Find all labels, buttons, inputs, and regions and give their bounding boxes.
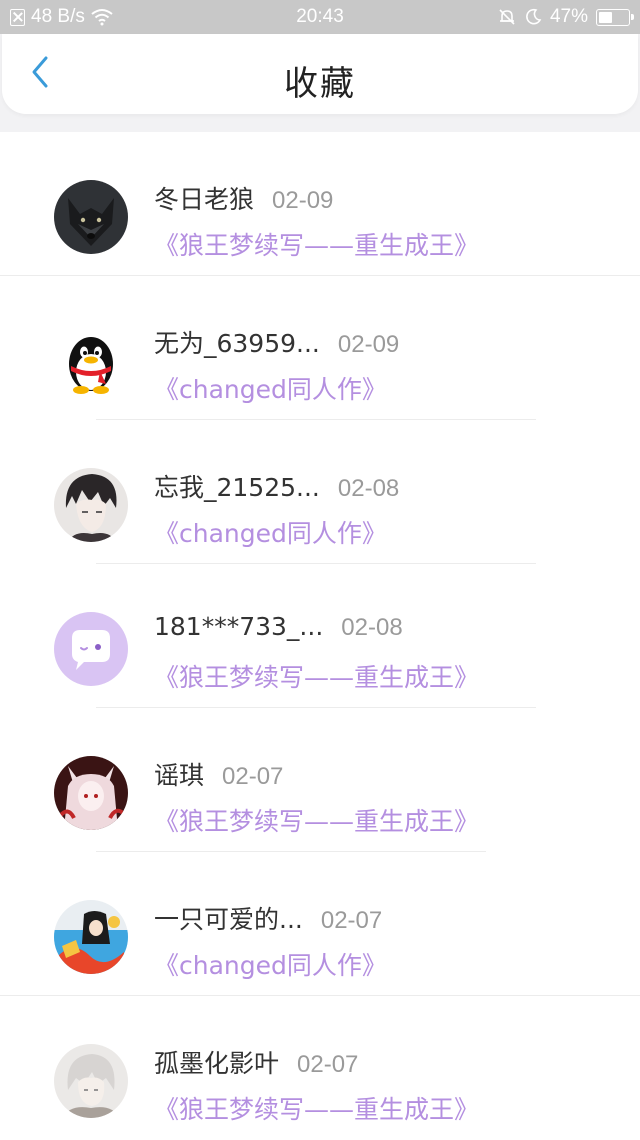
anime-boy-avatar[interactable] <box>54 468 128 542</box>
header-area: 收藏 <box>0 34 640 132</box>
fox-girl-avatar[interactable] <box>54 756 128 830</box>
white-hair-avatar[interactable] <box>54 1044 128 1118</box>
default-chat-avatar[interactable] <box>54 612 128 686</box>
list-item[interactable]: 一只可爱的... 02-07 《changed同人作》 <box>0 852 640 996</box>
list-item[interactable]: 无为_63959... 02-09 《changed同人作》 <box>0 276 640 420</box>
user-name: 冬日老狼 <box>154 185 255 214</box>
qq-penguin-avatar[interactable] <box>54 324 128 398</box>
favorites-list: 冬日老狼 02-09 《狼王梦续写——重生成王》 无为_63959... 02-… <box>0 132 640 1140</box>
item-date: 02-09 <box>337 331 400 358</box>
page-title: 收藏 <box>284 64 356 104</box>
item-info: 谣琪 02-07 《狼王梦续写——重生成王》 <box>154 756 479 838</box>
book-title-link[interactable]: 《狼王梦续写——重生成王》 <box>154 1090 479 1126</box>
item-date: 02-07 <box>222 763 284 790</box>
list-item[interactable]: 孤墨化影叶 02-07 《狼王梦续写——重生成王》 <box>0 996 640 1140</box>
item-date: 02-09 <box>272 187 334 214</box>
item-date: 02-08 <box>341 614 403 641</box>
list-item[interactable]: 谣琪 02-07 《狼王梦续写——重生成王》 <box>0 708 640 852</box>
battery-percent: 47% <box>549 6 588 27</box>
user-name: 孤墨化影叶 <box>154 1049 280 1078</box>
book-title-link[interactable]: 《狼王梦续写——重生成王》 <box>154 802 479 838</box>
cartoon-avatar[interactable] <box>54 900 128 974</box>
list-item[interactable]: 冬日老狼 02-09 《狼王梦续写——重生成王》 <box>0 132 640 276</box>
user-name: 181***733_... <box>154 612 324 641</box>
item-info: 无为_63959... 02-09 《changed同人作》 <box>154 324 399 406</box>
user-name: 忘我_21525... <box>154 473 320 502</box>
moon-icon <box>526 8 542 25</box>
list-item[interactable]: 181***733_... 02-08 《狼王梦续写——重生成王》 <box>0 564 640 708</box>
user-name: 无为_63959... <box>154 329 320 358</box>
book-title-link[interactable]: 《changed同人作》 <box>154 370 399 406</box>
item-info: 孤墨化影叶 02-07 《狼王梦续写——重生成王》 <box>154 1044 479 1126</box>
item-info: 忘我_21525... 02-08 《changed同人作》 <box>154 468 399 550</box>
item-date: 02-08 <box>337 475 400 502</box>
item-date: 02-07 <box>297 1051 359 1078</box>
book-title-link[interactable]: 《狼王梦续写——重生成王》 <box>154 658 479 694</box>
item-date: 02-07 <box>320 907 383 934</box>
mute-bell-icon <box>499 9 515 25</box>
battery-fill <box>599 11 612 23</box>
user-name: 谣琪 <box>154 761 205 790</box>
item-info: 181***733_... 02-08 《狼王梦续写——重生成王》 <box>154 612 479 694</box>
user-name: 一只可爱的... <box>154 905 303 934</box>
wolf-avatar[interactable] <box>54 180 128 254</box>
status-right: 47% <box>498 6 634 28</box>
item-info: 一只可爱的... 02-07 《changed同人作》 <box>154 900 387 982</box>
battery-icon <box>596 8 634 26</box>
book-title-link[interactable]: 《狼王梦续写——重生成王》 <box>154 226 479 262</box>
navigation-bar: 收藏 <box>2 34 638 114</box>
book-title-link[interactable]: 《changed同人作》 <box>154 946 387 982</box>
list-item[interactable]: 忘我_21525... 02-08 《changed同人作》 <box>0 420 640 564</box>
book-title-link[interactable]: 《changed同人作》 <box>154 514 399 550</box>
status-bar: 48 B/s 20:43 47% <box>0 0 640 34</box>
item-info: 冬日老狼 02-09 《狼王梦续写——重生成王》 <box>154 180 479 262</box>
